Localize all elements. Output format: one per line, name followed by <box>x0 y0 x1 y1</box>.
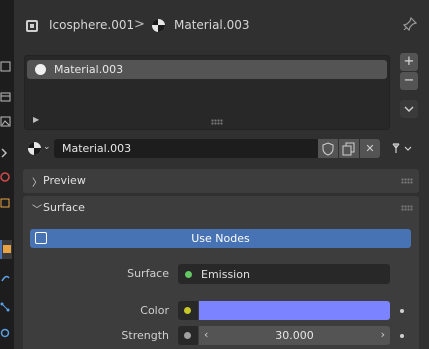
use-nodes-button[interactable]: Use Nodes <box>30 229 411 248</box>
scene-tab-icon[interactable] <box>0 146 11 160</box>
constraints-tab-icon[interactable] <box>0 300 11 314</box>
surface-shader-selector[interactable]: Emission <box>178 264 390 284</box>
link-dropdown-button[interactable] <box>390 139 420 158</box>
material-preview-icon <box>35 64 46 75</box>
material-slot-item[interactable]: Material.003 <box>27 60 387 79</box>
render-tab-icon[interactable] <box>0 60 11 74</box>
unlink-material-button[interactable]: ✕ <box>360 139 380 158</box>
link-dropdown-icon <box>392 143 412 153</box>
material-tab-active[interactable] <box>0 240 12 259</box>
panel-drag-handle[interactable] <box>401 205 413 211</box>
copy-icon <box>342 142 355 156</box>
add-slot-button[interactable]: + <box>400 53 418 71</box>
strength-label: Strength <box>121 329 169 342</box>
fake-user-button[interactable] <box>318 139 338 158</box>
output-tab-icon[interactable] <box>0 90 11 104</box>
strength-value: 30.000 <box>275 329 314 342</box>
material-slot-list[interactable]: Material.003 ▶ <box>24 55 390 130</box>
strength-socket-button[interactable] <box>178 326 198 345</box>
strength-keyframe-icon[interactable] <box>400 334 404 338</box>
color-socket-icon <box>184 307 191 314</box>
slot-specials-menu-button[interactable] <box>400 100 418 118</box>
use-nodes-label: Use Nodes <box>191 232 250 245</box>
properties-tab-strip <box>0 0 14 349</box>
duplicate-material-button[interactable] <box>339 139 359 158</box>
properties-header: Icosphere.001 > Material.003 <box>14 0 429 48</box>
material-name-field[interactable]: Material.003 <box>54 139 318 158</box>
color-swatch[interactable] <box>199 301 390 320</box>
chevron-down-icon <box>404 106 414 112</box>
browse-material-button[interactable]: ⌄ <box>24 139 52 158</box>
preview-panel-title: Preview <box>43 174 86 187</box>
value-socket-icon <box>184 332 191 339</box>
chevron-down-icon: ﹀ <box>32 205 42 216</box>
object-tab-icon[interactable] <box>0 196 11 210</box>
panel-drag-handle[interactable] <box>401 178 413 184</box>
color-label: Color <box>140 304 169 317</box>
surface-shader-value: Emission <box>201 268 250 281</box>
material-sphere-icon <box>28 142 41 155</box>
breadcrumb-separator: > <box>134 17 145 32</box>
shader-socket-icon <box>185 271 192 278</box>
data-tab-icon[interactable] <box>0 326 11 340</box>
physics-tab-icon[interactable] <box>0 272 11 286</box>
list-expand-arrow-icon[interactable]: ▶ <box>33 115 39 124</box>
material-name-value: Material.003 <box>62 142 132 155</box>
shield-icon <box>322 142 334 156</box>
node-tree-icon <box>35 232 47 244</box>
view-layer-tab-icon[interactable] <box>0 115 11 129</box>
object-icon <box>26 20 38 32</box>
pin-icon[interactable] <box>402 16 418 32</box>
material-name-breadcrumb: Material.003 <box>174 18 250 32</box>
chevron-right-icon: 〉 <box>32 178 42 189</box>
surface-panel-title: Surface <box>43 201 85 214</box>
remove-slot-button[interactable]: − <box>400 72 418 90</box>
world-tab-icon[interactable] <box>0 170 11 184</box>
surface-panel-header[interactable]: ﹀ Surface <box>23 196 419 220</box>
material-icon <box>152 19 165 32</box>
preview-panel-header[interactable]: 〉 Preview <box>23 169 419 193</box>
increment-arrow-icon[interactable]: › <box>381 328 385 341</box>
color-socket-button[interactable] <box>178 301 198 320</box>
object-name: Icosphere.001 <box>49 18 135 32</box>
material-slot-label: Material.003 <box>54 63 124 76</box>
list-resize-grip[interactable] <box>211 119 223 125</box>
chevron-down-icon: ⌄ <box>43 142 51 152</box>
surface-shader-label: Surface <box>127 267 169 280</box>
strength-slider[interactable]: ‹ 30.000 › <box>199 326 390 345</box>
color-keyframe-icon[interactable] <box>400 309 404 313</box>
